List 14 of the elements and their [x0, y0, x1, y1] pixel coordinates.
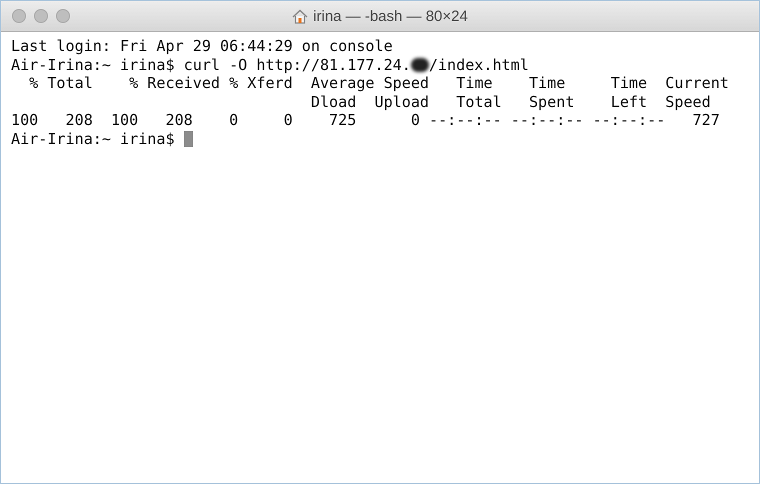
- minimize-button[interactable]: [34, 9, 48, 23]
- redaction-mark: [410, 58, 429, 72]
- terminal-line: Last login: Fri Apr 29 06:44:29 on console: [11, 37, 393, 56]
- text-cursor: [184, 131, 193, 148]
- house-icon: [292, 8, 308, 24]
- terminal-line: Air-Irina:~ irina$ curl -O http://81.177.24.: [11, 56, 411, 74]
- zoom-button[interactable]: [56, 9, 70, 23]
- prompt-text: Air-Irina:~ irina$: [11, 130, 176, 149]
- close-button[interactable]: [12, 9, 26, 23]
- terminal-line: /index.html: [428, 56, 529, 74]
- terminal-line: Dload Upload Total Spent Left Speed: [310, 92, 711, 112]
- terminal-line: % Total % Received % Xferd Average Speed Time Time Time Current: [28, 74, 729, 93]
- terminal-line: 100 208 100 208 0 0 725 0 --:--:-- --:--:-- --:--:-- 727: [11, 111, 720, 130]
- window-title: irina — -bash — 80×24: [313, 8, 468, 24]
